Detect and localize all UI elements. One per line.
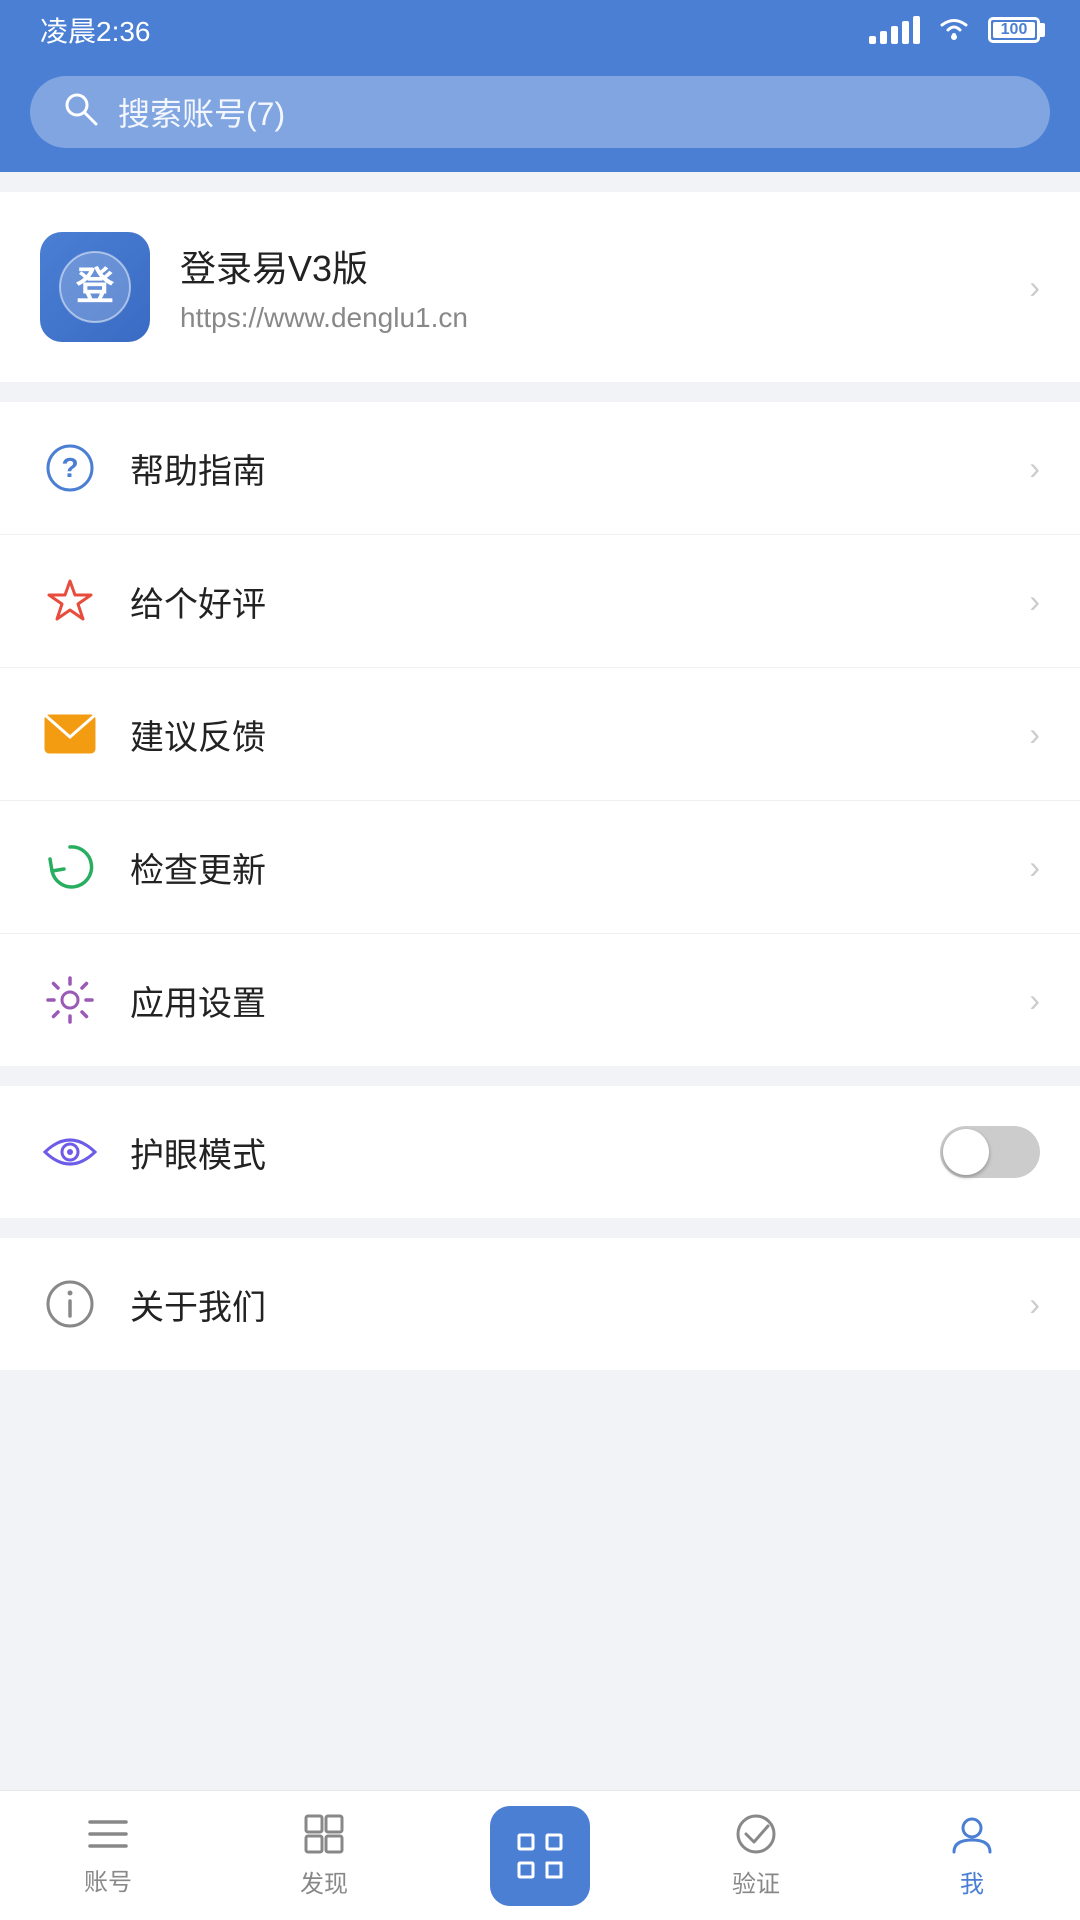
nav-item-accounts[interactable]: 账号 [0,1791,216,1920]
svg-text:?: ? [61,452,78,483]
menu-item-rate[interactable]: 给个好评 › [0,535,1080,668]
search-container: 搜索账号(7) [0,60,1080,172]
mail-icon [40,704,100,764]
app-card-chevron: › [1029,269,1040,306]
menu-label-rate: 给个好评 [130,577,999,626]
status-time: 凌晨2:36 [40,10,151,50]
nav-item-verify[interactable]: 验证 [648,1791,864,1920]
chevron-help: › [1029,450,1040,487]
nav-label-accounts: 账号 [84,1862,132,1897]
bottom-spacer [0,1370,1080,1530]
search-icon [62,90,98,135]
wifi-icon [936,13,972,48]
scan-button[interactable] [490,1806,590,1906]
nav-label-verify: 验证 [732,1864,780,1899]
app-info: 登录易V3版 https://www.denglu1.cn [180,240,999,334]
search-bar[interactable]: 搜索账号(7) [30,76,1050,148]
menu-item-about[interactable]: 关于我们 › [0,1238,1080,1370]
status-icons: 100 [869,13,1040,48]
chevron-settings: › [1029,982,1040,1019]
chevron-about: › [1029,1286,1040,1323]
app-logo: 登 [40,232,150,342]
app-url: https://www.denglu1.cn [180,302,999,334]
question-icon: ? [40,438,100,498]
nav-item-me[interactable]: 我 [864,1791,1080,1920]
status-bar: 凌晨2:36 100 [0,0,1080,60]
info-icon [40,1274,100,1334]
chevron-update: › [1029,849,1040,886]
menu-item-update[interactable]: 检查更新 › [0,801,1080,934]
eyecare-toggle[interactable] [940,1126,1040,1178]
menu-label-eyecare: 护眼模式 [130,1128,910,1177]
refresh-icon [40,837,100,897]
menu-item-settings[interactable]: 应用设置 › [0,934,1080,1066]
signal-icon [869,16,920,44]
menu-label-update: 检查更新 [130,843,999,892]
menu-label-about: 关于我们 [130,1280,999,1329]
search-placeholder: 搜索账号(7) [118,89,285,135]
toggle-thumb [943,1129,989,1175]
nav-item-discover[interactable]: 发现 [216,1791,432,1920]
chevron-rate: › [1029,583,1040,620]
gear-icon [40,970,100,1030]
app-card[interactable]: 登 登录易V3版 https://www.denglu1.cn › [0,192,1080,382]
svg-text:登: 登 [75,266,115,308]
menu-label-settings: 应用设置 [130,976,999,1025]
app-name: 登录易V3版 [180,240,999,292]
star-icon [40,571,100,631]
nav-label-discover: 发现 [300,1864,348,1899]
chevron-feedback: › [1029,716,1040,753]
section-about: 关于我们 › [0,1238,1080,1370]
nav-label-me: 我 [960,1864,984,1899]
menu-item-eyecare[interactable]: 护眼模式 [0,1086,1080,1218]
menu-label-help: 帮助指南 [130,444,999,493]
nav-item-scan[interactable] [432,1791,648,1920]
menu-item-feedback[interactable]: 建议反馈 › [0,668,1080,801]
battery-icon: 100 [988,17,1040,43]
section-eyecare: 护眼模式 [0,1086,1080,1218]
bottom-nav: 账号 发现 验证 [0,1790,1080,1920]
section-main-menu: ? 帮助指南 › 给个好评 › 建议反馈 › [0,402,1080,1066]
eye-icon [40,1122,100,1182]
menu-label-feedback: 建议反馈 [130,710,999,759]
menu-item-help[interactable]: ? 帮助指南 › [0,402,1080,535]
